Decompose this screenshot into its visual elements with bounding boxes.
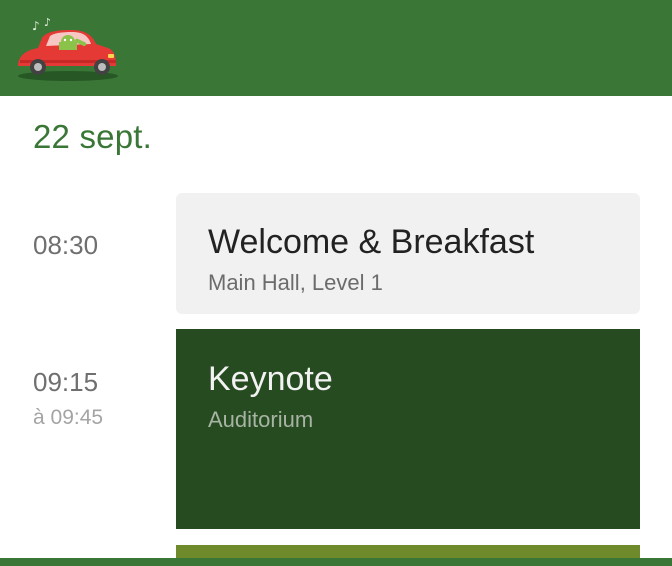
- session-room: Main Hall, Level 1: [208, 270, 383, 295]
- session-title: Welcome & Breakfast: [208, 223, 535, 261]
- start-time: 09:15: [33, 367, 99, 397]
- start-time: 08:30: [33, 230, 99, 260]
- time-slot: 08:30: [33, 230, 98, 261]
- end-time: à 09:45: [33, 406, 104, 429]
- bottom-bar: [0, 558, 672, 566]
- svg-text:♪: ♪: [32, 19, 40, 33]
- session-card[interactable]: Keynote Auditorium: [176, 329, 640, 529]
- session-title: Keynote: [208, 360, 333, 398]
- time-slot: 09:15 à 09:45: [33, 367, 103, 430]
- session-card[interactable]: Welcome & Breakfast Main Hall, Level 1: [176, 193, 640, 314]
- session-room: Auditorium: [208, 407, 314, 432]
- app-bar: ♪ ♪: [0, 0, 672, 96]
- android-car-icon[interactable]: ♪ ♪: [12, 16, 122, 84]
- date-header: 22 sept.: [33, 118, 153, 155]
- svg-text:♪: ♪: [44, 16, 51, 29]
